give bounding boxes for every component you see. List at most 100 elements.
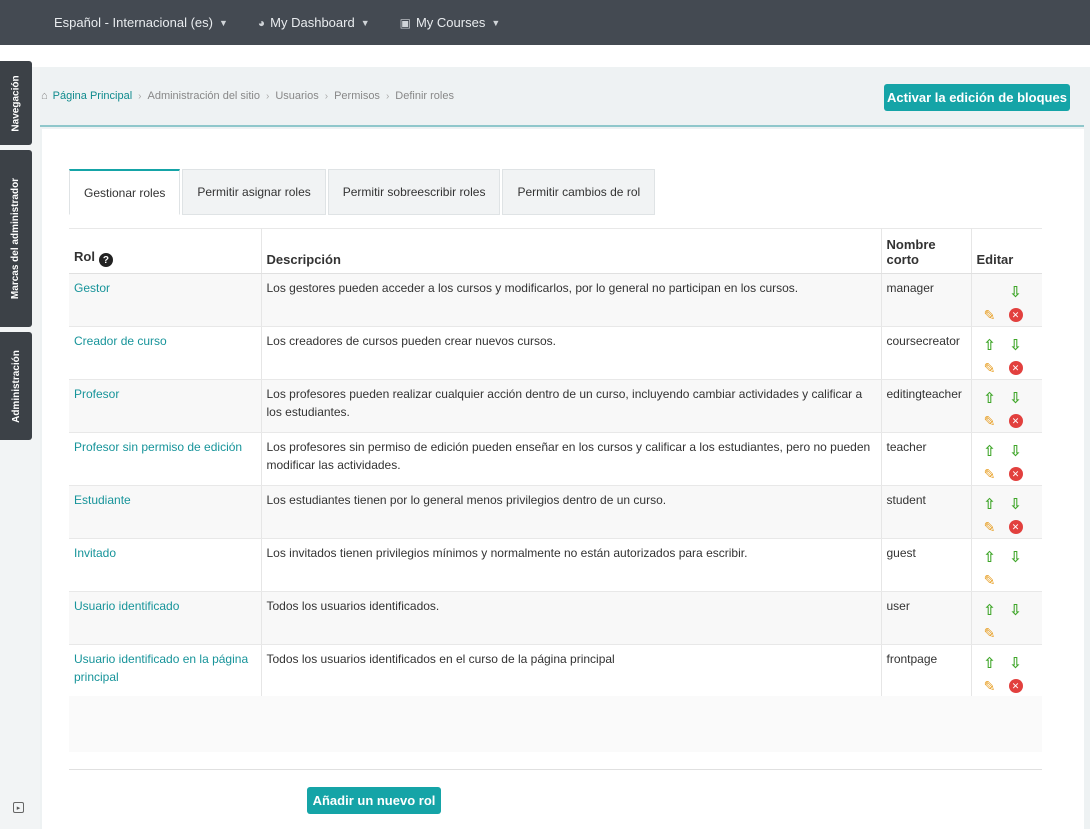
edit-pencil-icon[interactable]: ✎ (977, 675, 1003, 697)
breadcrumb-users[interactable]: Usuarios (275, 90, 318, 102)
tab-allow-assign[interactable]: Permitir asignar roles (182, 169, 326, 215)
dock-toggle-icon[interactable]: ▸ (13, 802, 24, 813)
edit-blocks-button[interactable]: Activar la edición de bloques (884, 84, 1070, 111)
move-down-icon[interactable]: ⇩ (1003, 600, 1029, 622)
header-shortname-line1: Nombre (886, 237, 936, 252)
move-up-icon[interactable]: ⇧ (977, 388, 1003, 410)
role-shortname: frontpage (881, 644, 972, 697)
edit-pencil-icon[interactable]: ✎ (977, 516, 1003, 538)
side-block-admin-bookmarks-label: Marcas del administrador (10, 177, 22, 300)
header-shortname-line2: corto (886, 252, 920, 267)
move-down-icon[interactable]: ⇩ (1003, 547, 1029, 569)
role-link[interactable]: Creador de curso (74, 334, 167, 348)
tab-allow-switch[interactable]: Permitir cambios de rol (502, 169, 656, 215)
delete-icon[interactable]: ✕ (1003, 675, 1029, 697)
side-block-admin-bookmarks[interactable]: Marcas del administrador (0, 150, 32, 327)
move-down-icon[interactable]: ⇩ (1003, 653, 1029, 675)
edit-actions: ⇧ ⇩ ✎ (977, 544, 1037, 591)
breadcrumb-separator-icon: › (324, 90, 329, 102)
breadcrumb-define-roles: Definir roles (395, 90, 454, 102)
role-description: Todos los usuarios identificados. (261, 591, 882, 645)
delete-icon[interactable]: ✕ (1003, 304, 1029, 326)
edit-pencil-icon[interactable]: ✎ (977, 463, 1003, 485)
table-row: Usuario identificado Todos los usuarios … (69, 591, 1042, 645)
header-description: Descripción (261, 228, 882, 274)
edit-actions: ⇧ ⇩ ✎ ✕ (977, 491, 1037, 538)
edit-actions: ⇧ ⇩ ✎ ✕ (977, 650, 1037, 697)
role-link[interactable]: Usuario identificado (74, 599, 179, 613)
chevron-down-icon: ▼ (491, 17, 501, 28)
delete-icon[interactable]: ✕ (1003, 410, 1029, 432)
role-link[interactable]: Estudiante (74, 493, 131, 507)
home-icon: ⌂ (41, 90, 48, 102)
role-link[interactable]: Invitado (74, 546, 116, 560)
role-link[interactable]: Usuario identificado en la página princi… (74, 652, 248, 684)
add-role-button[interactable]: Añadir un nuevo rol (307, 787, 441, 814)
dashboard-menu[interactable]: ◕ My Dashboard ▼ (258, 15, 370, 30)
delete-icon[interactable]: ✕ (1003, 463, 1029, 485)
language-label: Español - Internacional (es) (54, 15, 213, 30)
role-shortname: coursecreator (881, 326, 972, 380)
role-description: Los creadores de cursos pueden crear nue… (261, 326, 882, 380)
courses-menu[interactable]: ▣ My Courses ▼ (400, 15, 501, 30)
move-up-icon[interactable]: ⇧ (977, 335, 1003, 357)
divider (69, 769, 1042, 770)
edit-actions: ⇧ ⇩ ✎ ✕ (977, 385, 1037, 432)
role-link[interactable]: Gestor (74, 281, 110, 295)
role-shortname: user (881, 591, 972, 645)
tab-allow-override[interactable]: Permitir sobreescribir roles (327, 169, 501, 215)
side-block-navigation-label: Navegación (10, 74, 22, 132)
help-icon[interactable]: ? (98, 253, 113, 267)
move-up-icon[interactable]: ⇧ (977, 441, 1003, 463)
move-up-icon[interactable]: ⇧ (977, 600, 1003, 622)
role-description: Los invitados tienen privilegios mínimos… (261, 538, 882, 592)
table-header-row: Rol? Descripción Nombre corto Editar (69, 228, 1042, 274)
edit-pencil-icon[interactable]: ✎ (977, 569, 1003, 591)
top-navbar: Español - Internacional (es) ▼ ◕ My Dash… (0, 0, 1090, 45)
table-row: Profesor sin permiso de edición Los prof… (69, 432, 1042, 486)
tab-manage-roles[interactable]: Gestionar roles (69, 169, 181, 215)
role-shortname: student (881, 485, 972, 539)
breadcrumb-separator-icon: › (138, 90, 142, 102)
breadcrumb-site-admin[interactable]: Administración del sitio (148, 90, 261, 102)
edit-pencil-icon[interactable]: ✎ (977, 622, 1003, 644)
table-row: Gestor Los gestores pueden acceder a los… (69, 273, 1042, 327)
edit-actions: ⇧ ⇩ ✎ ✕ (977, 332, 1037, 379)
move-up-icon[interactable]: ⇧ (977, 653, 1003, 675)
chevron-down-icon: ▼ (218, 17, 228, 28)
header-edit: Editar (971, 228, 1042, 274)
move-down-icon[interactable]: ⇩ (1003, 388, 1029, 410)
breadcrumb-permissions[interactable]: Permisos (334, 90, 380, 102)
edit-actions: ⇩ ✎ ✕ (977, 279, 1037, 326)
side-block-navigation[interactable]: Navegación (0, 61, 32, 145)
edit-pencil-icon[interactable]: ✎ (977, 304, 1003, 326)
language-menu[interactable]: Español - Internacional (es) ▼ (54, 15, 228, 30)
move-down-icon[interactable]: ⇩ (1003, 441, 1029, 463)
move-up-icon[interactable]: ⇧ (977, 547, 1003, 569)
move-down-icon[interactable]: ⇩ (1003, 494, 1029, 516)
move-up-icon[interactable]: ⇧ (977, 494, 1003, 516)
role-description: Los profesores sin permiso de edición pu… (261, 432, 882, 486)
move-down-icon[interactable]: ⇩ (1003, 282, 1029, 304)
role-link[interactable]: Profesor (74, 387, 119, 401)
role-description: Los profesores pueden realizar cualquier… (261, 379, 882, 433)
role-tabs: Gestionar roles Permitir asignar roles P… (69, 169, 657, 215)
edit-pencil-icon[interactable]: ✎ (977, 410, 1003, 432)
side-block-administration[interactable]: Administración (0, 332, 32, 440)
breadcrumb: ⌂ Página Principal › Administración del … (41, 90, 454, 102)
dashboard-label: My Dashboard (270, 15, 355, 30)
role-link[interactable]: Profesor sin permiso de edición (74, 440, 242, 454)
courses-label: My Courses (415, 15, 486, 30)
delete-icon[interactable]: ✕ (1003, 516, 1029, 538)
delete-icon[interactable]: ✕ (1003, 357, 1029, 379)
edit-actions: ⇧ ⇩ ✎ ✕ (977, 438, 1037, 485)
role-description: Los estudiantes tienen por lo general me… (261, 485, 882, 539)
chevron-down-icon: ▼ (360, 17, 370, 28)
table-footer-area (69, 696, 1042, 752)
role-description: Los gestores pueden acceder a los cursos… (261, 273, 882, 327)
role-description: Todos los usuarios identificados en el c… (261, 644, 882, 697)
edit-pencil-icon[interactable]: ✎ (977, 357, 1003, 379)
breadcrumb-home[interactable]: Página Principal (53, 90, 133, 102)
move-down-icon[interactable]: ⇩ (1003, 335, 1029, 357)
